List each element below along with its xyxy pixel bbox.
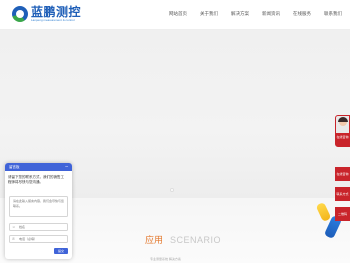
nav-home[interactable]: 网站首页 (169, 11, 187, 17)
message-textarea[interactable] (9, 196, 68, 217)
chat-title: 留言板 (9, 165, 20, 169)
chat-header: 留言板 – (5, 163, 72, 171)
consult-avatar-widget[interactable]: 在线咨询 (335, 115, 350, 147)
user-icon: ☺ (12, 225, 16, 229)
logo-mark-icon (12, 6, 28, 22)
nav-online-service[interactable]: 在线服务 (293, 11, 311, 17)
float-online-consult-button[interactable]: 在线咨询 (335, 167, 350, 181)
page: 蓝鹏测控 Lanpeng measurement & control 网站首页 … (0, 0, 350, 263)
avatar-tag: 在线咨询 (336, 133, 349, 146)
logo-text: 蓝鹏测控 Lanpeng measurement & control (31, 6, 81, 22)
chat-message: 请留下您的联系方式，我们的销售工程师将尽快与您沟通。 (8, 175, 64, 184)
site-header: 蓝鹏测控 Lanpeng measurement & control 网站首页 … (0, 0, 350, 30)
phone-icon: ✆ (12, 237, 15, 241)
minimize-icon[interactable]: – (65, 163, 68, 171)
section-title-en: SCENARIO (170, 235, 222, 245)
nav-about[interactable]: 关于我们 (200, 11, 218, 17)
main-nav: 网站首页 关于我们 解决方案 新闻资讯 在线服务 联系我们 (156, 11, 342, 17)
float-qrcode-button[interactable]: 二维码 (335, 207, 350, 221)
phone-input[interactable] (9, 235, 68, 243)
submit-button[interactable]: 提交 (54, 248, 68, 254)
nav-news[interactable]: 新闻资讯 (262, 11, 280, 17)
decor-shape-yellow (315, 201, 332, 223)
logo-tagline: Lanpeng measurement & control (31, 18, 75, 22)
section-subtitle: 专业测量系统 解决方案 (150, 257, 181, 261)
nav-solutions[interactable]: 解决方案 (231, 11, 249, 17)
carousel-dot-active[interactable] (170, 188, 174, 192)
section-heading: 应用 SCENARIO (145, 233, 221, 246)
logo[interactable]: 蓝鹏测控 Lanpeng measurement & control (12, 6, 81, 22)
float-contact-button[interactable]: 联系方式 (335, 187, 350, 201)
name-input[interactable] (9, 223, 68, 231)
section-title-cn: 应用 (145, 235, 164, 245)
chat-widget: 留言板 – 请留下您的联系方式，我们的销售工程师将尽快与您沟通。 ☺ ✆ 提交 (5, 163, 72, 259)
nav-contact[interactable]: 联系我们 (324, 11, 342, 17)
logo-name: 蓝鹏测控 (31, 5, 82, 19)
avatar-hair-icon (338, 117, 348, 122)
